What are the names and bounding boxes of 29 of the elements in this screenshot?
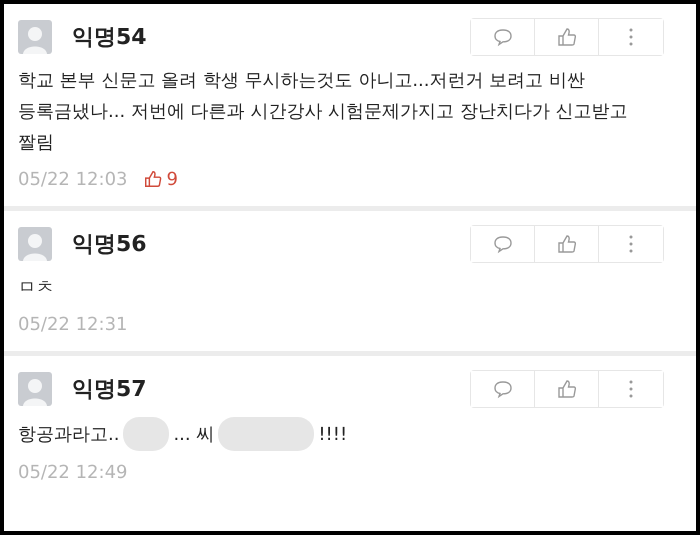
author-name: 익명57 [72,376,147,404]
comment-time: 05/22 12:31 [18,314,128,334]
comment-text: !!!! [318,422,348,446]
comment-text: 학교 본부 신문고 올려 학생 무시하는것도 아니고...저런거 보려고 비싼 등록금냈나... 저번에 다른과 시간강사 시험문제가지고 장난치다가 신고받고 짤림 [18,69,628,155]
thumbs-up-icon [143,169,164,189]
thumbs-up-icon [556,378,578,400]
like-count: 9 [166,168,178,190]
speech-bubble-icon [492,379,514,399]
more-icon [628,379,634,399]
author-name: 익명54 [72,24,147,52]
speech-bubble-icon [492,27,514,47]
thumbs-up-icon [556,26,578,48]
comment-text: ㅁㅊ [18,276,54,300]
avatar-icon [18,227,52,261]
redaction-blot [123,417,170,451]
speech-bubble-icon [492,234,514,254]
more-icon [628,234,634,254]
avatar-icon [18,20,52,54]
comment-time: 05/22 12:03 [18,168,128,190]
thumbs-up-icon [556,233,578,255]
comment-text: ... 씨 [173,422,214,446]
more-icon [628,27,634,47]
avatar-icon [18,372,52,406]
reply-button[interactable] [471,19,535,55]
reply-button[interactable] [471,226,535,262]
comment-time: 05/22 12:49 [18,462,128,482]
comment-text: 항공과라고.. [18,422,120,446]
author-name: 익명56 [72,231,147,259]
reply-button[interactable] [471,371,535,407]
